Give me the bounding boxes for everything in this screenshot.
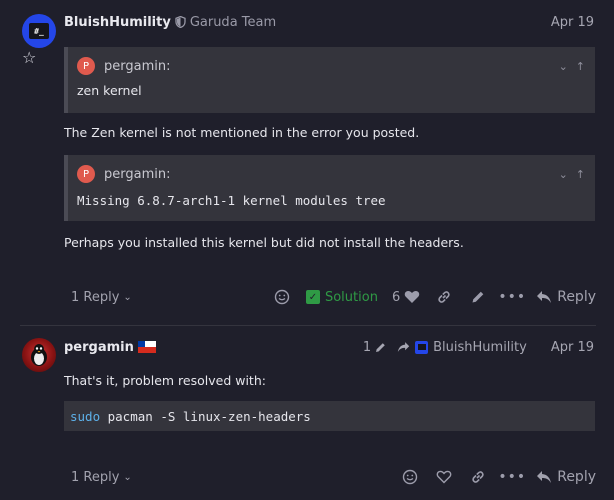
edit-count: 1 [362, 339, 372, 355]
solution-button[interactable]: ✓ Solution [305, 289, 378, 305]
replies-toggle[interactable]: 1 Reply ⌄ [71, 470, 132, 485]
arrow-up-icon[interactable]: ↑ [576, 168, 585, 181]
emoji-reaction-icon[interactable] [272, 287, 292, 307]
post-date[interactable]: Apr 19 [551, 340, 594, 355]
quote-avatar[interactable]: P [77, 57, 95, 75]
pencil-icon [376, 342, 385, 352]
replies-label: 1 Reply [71, 289, 120, 305]
code-text: pacman -S linux-zen-headers [100, 408, 311, 424]
quote-code-text: Missing 6.8.7-arch1-1 kernel modules tre… [77, 193, 386, 208]
post-header: BluishHumility Garuda Team Apr 19 [64, 12, 594, 32]
reply-button[interactable]: Reply [536, 289, 596, 305]
avatar[interactable]: #_ ☆ [22, 14, 56, 67]
replies-toggle[interactable]: 1 Reply ⌄ [71, 290, 132, 305]
edit-pencil-icon[interactable] [468, 287, 488, 307]
heart-outline-icon[interactable] [434, 467, 454, 487]
arrow-up-icon[interactable]: ↑ [576, 60, 585, 73]
user-title[interactable]: Garuda Team [190, 15, 276, 30]
quote-header: P pergamin: ⌄ ↑ [68, 164, 595, 184]
link-icon[interactable] [468, 467, 488, 487]
share-arrow-icon [397, 342, 410, 352]
reply-button[interactable]: Reply [536, 469, 596, 485]
mini-avatar [415, 340, 429, 354]
quote-author[interactable]: pergamin: [104, 59, 170, 74]
post-divider [20, 325, 596, 326]
post-paragraph: The Zen kernel is not mentioned in the e… [64, 125, 420, 140]
chile-flag-icon [137, 341, 156, 353]
quote-block: P pergamin: ⌄ ↑ Missing 6.8.7-arch1-1 ke… [64, 155, 595, 221]
like-count: 6 [391, 289, 401, 305]
link-icon[interactable] [434, 287, 454, 307]
topic-page: #_ ☆ BluishHumility Garuda Team Apr 19 P… [0, 0, 614, 500]
edit-history-button[interactable]: 1 [363, 340, 387, 355]
post-header: pergamin 1 BluishHumility Apr 19 [64, 337, 594, 357]
code-block: sudo pacman -S linux-zen-headers [64, 401, 595, 431]
reply-label: Reply [557, 469, 596, 485]
quote-block: P pergamin: ⌄ ↑ zen kernel [64, 47, 595, 113]
chevron-down-icon: ⌄ [123, 291, 132, 303]
username[interactable]: BluishHumility [64, 15, 171, 30]
chevron-down-icon[interactable]: ⌄ [559, 168, 568, 181]
post-date[interactable]: Apr 19 [551, 15, 594, 30]
reply-arrow-icon [537, 471, 552, 483]
emoji-reaction-icon[interactable] [400, 467, 420, 487]
quote-avatar[interactable]: P [77, 165, 95, 183]
post-paragraph: That's it, problem resolved with: [64, 373, 266, 388]
shield-icon [175, 16, 186, 28]
like-button[interactable]: 6 [392, 290, 420, 305]
more-options-icon[interactable]: ••• [498, 287, 525, 307]
quote-text: zen kernel [77, 83, 142, 98]
quote-author[interactable]: pergamin: [104, 167, 170, 182]
post-actions: 1 Reply ⌄ ✓ Solution 6 ••• Reply [64, 285, 596, 309]
username[interactable]: pergamin [64, 340, 134, 355]
checkbox-icon: ✓ [305, 290, 320, 304]
solution-label: Solution [324, 289, 378, 305]
reply-arrow-icon [537, 291, 552, 303]
star-icon: ☆ [22, 48, 37, 67]
code-keyword: sudo [70, 408, 101, 424]
avatar[interactable] [22, 338, 56, 372]
terminal-avatar-icon: #_ [29, 23, 49, 39]
reply-to-tab[interactable]: BluishHumility [397, 340, 527, 355]
reply-to-username: BluishHumility [433, 339, 527, 355]
post-actions: 1 Reply ⌄ ••• Reply [64, 465, 596, 489]
quote-header: P pergamin: ⌄ ↑ [68, 56, 595, 76]
chevron-down-icon: ⌄ [123, 471, 132, 483]
penguin-avatar-icon [31, 344, 47, 366]
more-options-icon[interactable]: ••• [498, 467, 525, 487]
chevron-down-icon[interactable]: ⌄ [559, 60, 568, 73]
heart-icon [405, 291, 420, 303]
post-paragraph: Perhaps you installed this kernel but di… [64, 235, 464, 250]
reply-label: Reply [557, 289, 596, 305]
replies-label: 1 Reply [71, 469, 120, 485]
